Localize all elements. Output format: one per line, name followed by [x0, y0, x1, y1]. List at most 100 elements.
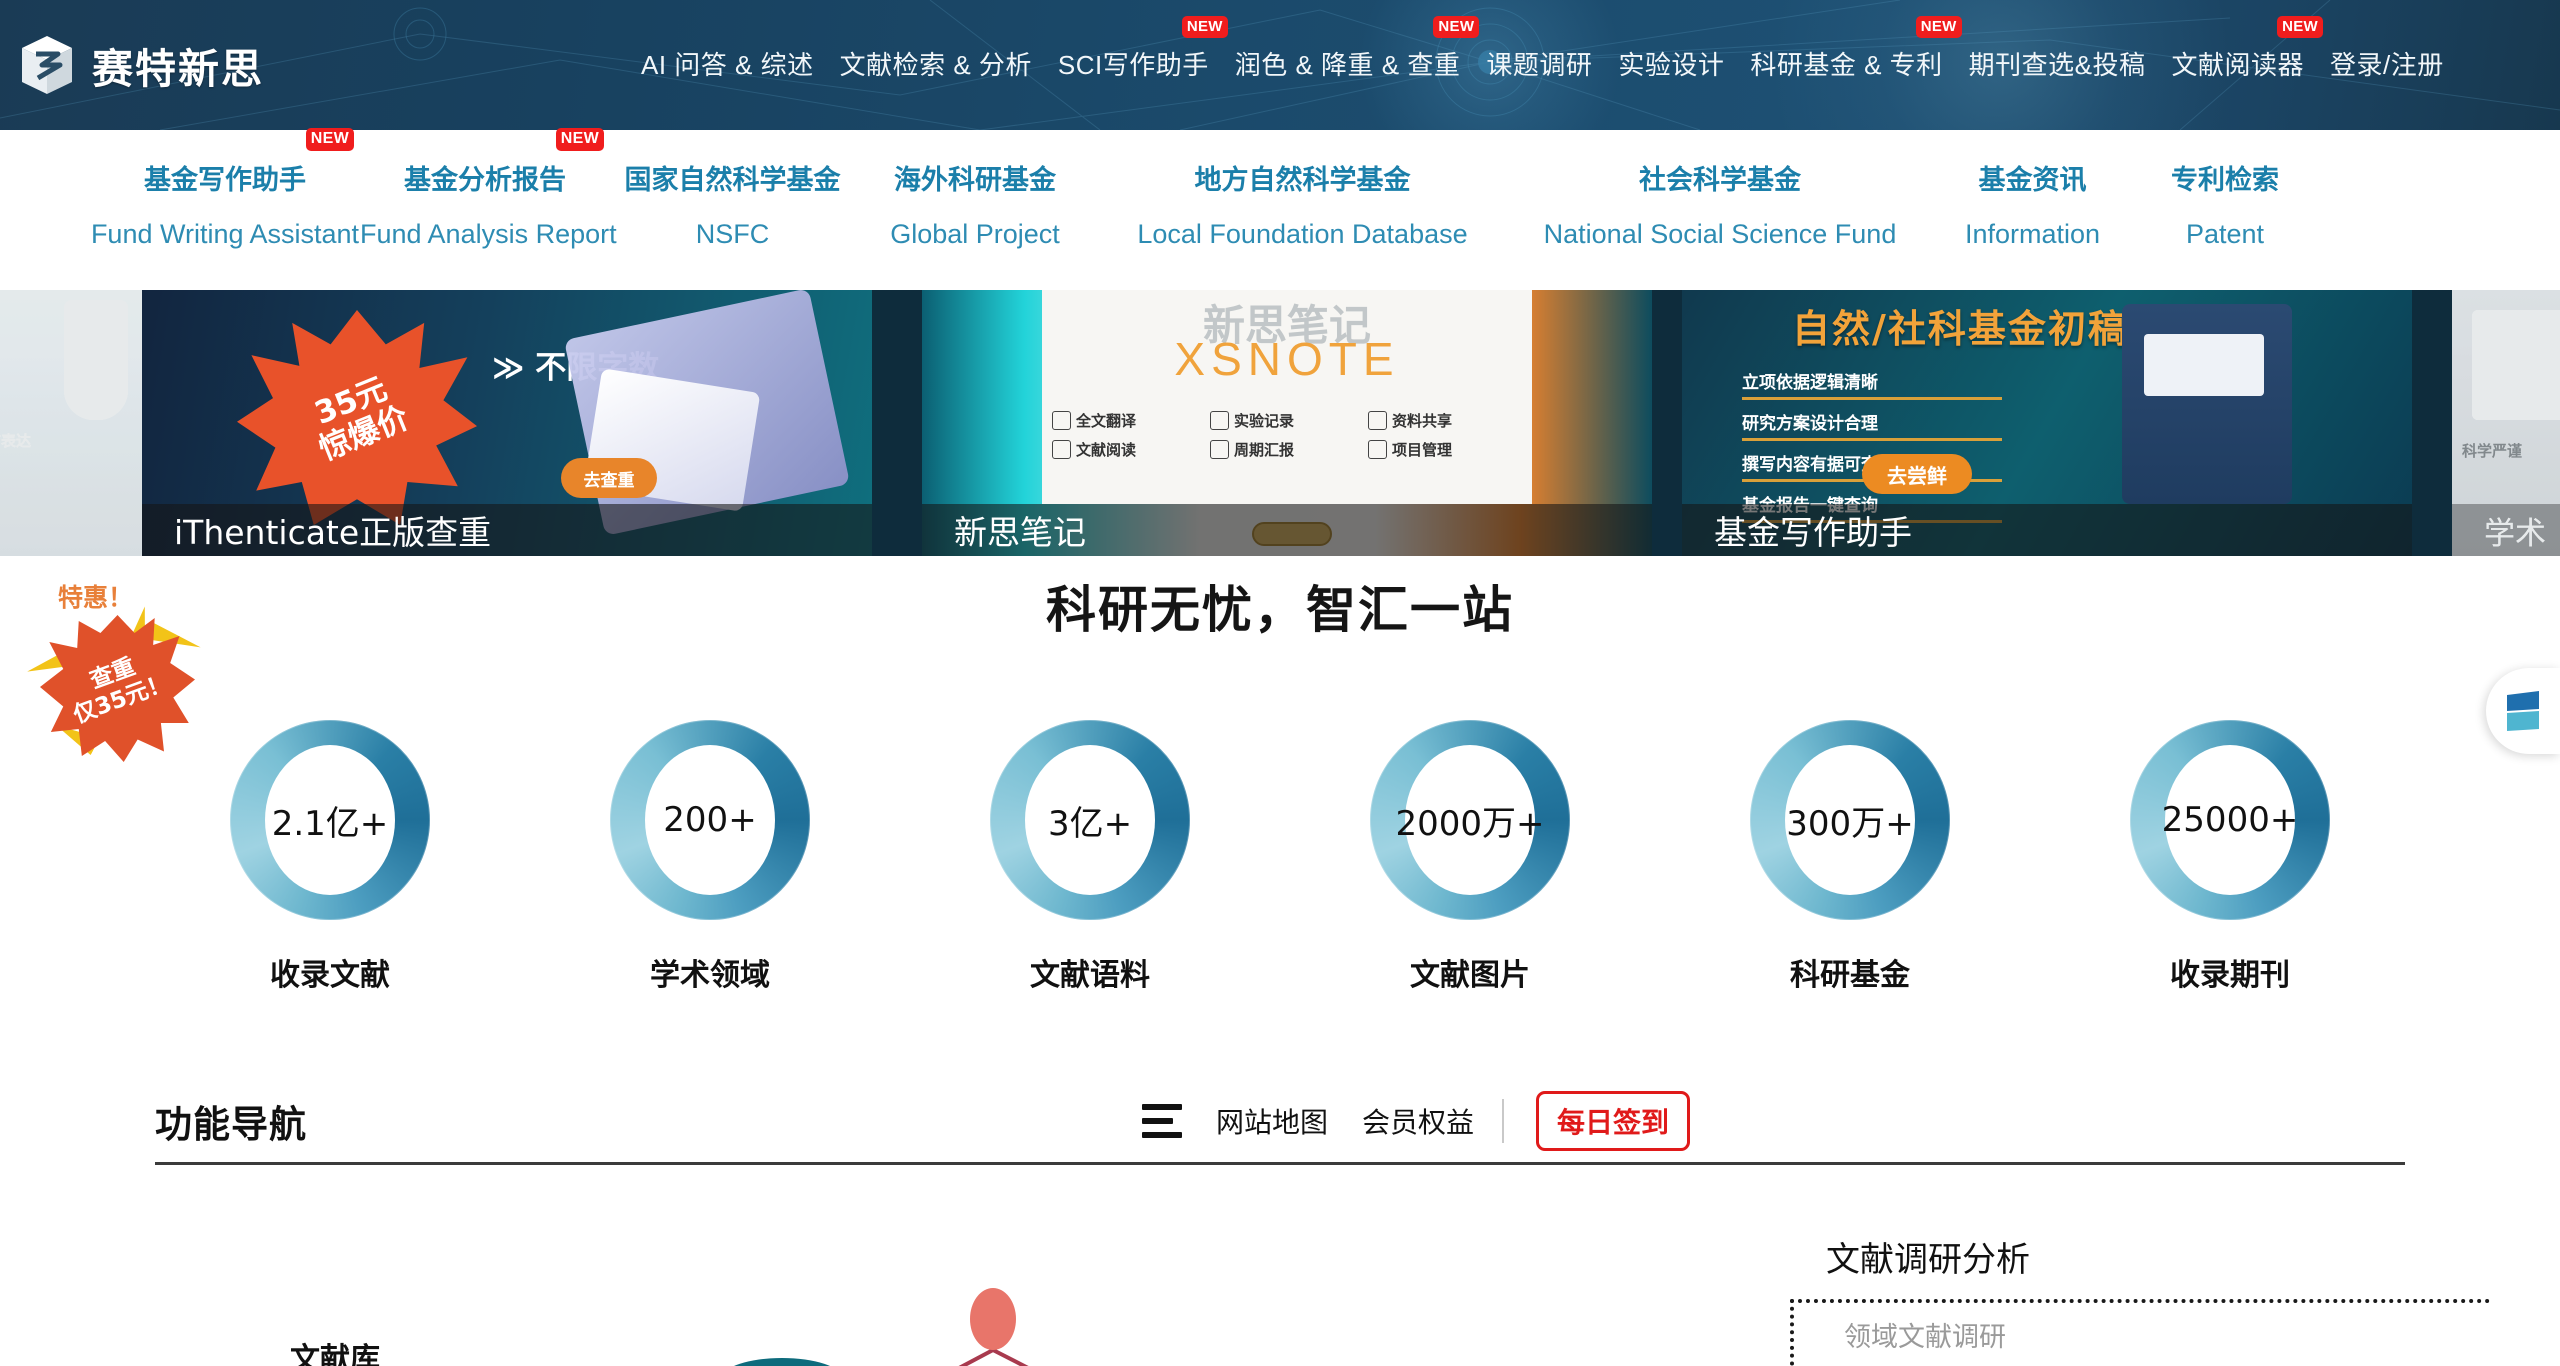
- subnav-item-fund-writing-assistant[interactable]: 基金写作助手 Fund Writing Assistant NEW: [90, 128, 360, 250]
- section-title: 功能导航: [155, 1103, 307, 1146]
- nav-item-login-register[interactable]: 登录/注册: [2317, 0, 2457, 130]
- subnav-item-fund-information[interactable]: 基金资讯 Information: [1930, 130, 2135, 250]
- brand-logo[interactable]: 赛特新思: [18, 34, 438, 96]
- panel-list-item[interactable]: 领域文献调研: [1844, 1315, 2490, 1354]
- subnav-label-cn: 国家自然科学基金: [624, 165, 841, 196]
- stat-ring: 2000万+: [1370, 720, 1570, 920]
- slide-artwork-machine: [2122, 304, 2292, 504]
- nav-label: 课题调研: [1486, 50, 1593, 80]
- stats-row: 2.1亿+ 收录文献 200+ 学术领域 3亿+ 文献语料 2000万+ 文献图…: [0, 720, 2560, 993]
- panel-title: 文献调研分析: [1826, 1240, 2030, 1280]
- subnav-item-social-science-fund[interactable]: 社会科学基金 National Social Science Fund: [1510, 130, 1930, 250]
- stat-ring: 200+: [610, 720, 810, 920]
- daily-signin-button[interactable]: 每日签到: [1536, 1091, 1691, 1151]
- carousel-slide-next[interactable]: 科学严谨 学术: [2452, 290, 2560, 556]
- library-label: 文献库: [290, 1342, 380, 1366]
- subnav-label-en: Fund Analysis Report: [360, 219, 617, 249]
- subnav-label-cn: 社会科学基金: [1639, 165, 1801, 196]
- subnav-item-nsfc[interactable]: 国家自然科学基金 NSFC: [610, 130, 855, 250]
- subnav-label-en: Fund Writing Assistant: [90, 219, 360, 249]
- sub-navigation-bar: 基金写作助手 Fund Writing Assistant NEW 基金分析报告…: [0, 128, 2560, 290]
- top-navigation-bar: 赛特新思 AI 问答 & 综述 文献检索 & 分析 SCI写作助手 NEW 润色…: [0, 0, 2560, 130]
- stat-label: 学术领域: [650, 958, 770, 993]
- nav-item-experiment-design[interactable]: 实验设计: [1605, 0, 1737, 130]
- hero-carousel[interactable]: 言表达 35元惊爆价 ≫ 不限字数 去查重 iThenticate正版查重 新思…: [0, 290, 2560, 556]
- subnav-item-local-foundation[interactable]: 地方自然科学基金 Local Foundation Database: [1095, 130, 1510, 250]
- nav-label: 登录/注册: [2330, 50, 2444, 80]
- new-badge: NEW: [305, 128, 354, 151]
- feature-label: 项目管理: [1392, 441, 1453, 459]
- feature-label: 全文翻译: [1076, 412, 1137, 430]
- stat-ring: 300万+: [1750, 720, 1950, 920]
- nav-item-journal-submission[interactable]: 期刊查选&投稿: [1956, 0, 2159, 130]
- nav-item-pdf-reader[interactable]: 文献阅读器 NEW: [2159, 0, 2324, 130]
- nav-item-ai-qa[interactable]: AI 问答 & 综述: [628, 0, 827, 130]
- carousel-slide-ithenticate[interactable]: 35元惊爆价 ≫ 不限字数 去查重 iThenticate正版查重: [142, 290, 872, 556]
- nav-item-sci-writing[interactable]: SCI写作助手 NEW: [1045, 0, 1228, 130]
- slide-cta-button[interactable]: 去查重: [561, 458, 657, 498]
- feature-item: 周期汇报: [1210, 439, 1364, 460]
- slide-title: 自然/社科基金初稿: [1792, 307, 2128, 351]
- nav-label: SCI写作助手: [1057, 50, 1209, 80]
- carousel-slide-prev[interactable]: 言表达: [0, 290, 142, 556]
- promo-text: 查重 仅35元！: [61, 644, 174, 730]
- slide-cta-button[interactable]: 去尝鲜: [1862, 454, 1972, 494]
- price-burst: 35元 惊爆价: [237, 310, 477, 525]
- subnav-label-cn: 地方自然科学基金: [1194, 165, 1411, 196]
- nav-label: 期刊查选&投稿: [1968, 50, 2146, 80]
- nav-item-polish-reduce-check[interactable]: 润色 & 降重 & 查重 NEW: [1222, 0, 1480, 130]
- stat-label: 文献图片: [1410, 958, 1530, 993]
- nav-label: 文献检索 & 分析: [839, 50, 1032, 80]
- carousel-slide-fund-writing[interactable]: 自然/社科基金初稿 立项依据逻辑清晰 研究方案设计合理 撰写内容有据可查 基金报…: [1682, 290, 2412, 556]
- slide-caption: iThenticate正版查重: [142, 504, 872, 556]
- nav-item-topic-research[interactable]: 课题调研: [1473, 0, 1605, 130]
- carousel-slide-xsnote[interactable]: 新思笔记 XSNOTE 全文翻译 实验记录 资料共享 文献阅读 周期汇报 项目管…: [922, 290, 1652, 556]
- burst-text: 35元 惊爆价: [309, 370, 414, 468]
- subnav-label-en: Global Project: [890, 219, 1060, 249]
- feature-item: 全文翻译: [1052, 410, 1206, 431]
- stat-label: 收录文献: [270, 958, 390, 993]
- member-benefits-link[interactable]: 会员权益: [1362, 1101, 1474, 1141]
- feature-icon: [1210, 440, 1229, 459]
- subnav-item-patent[interactable]: 专利检索 Patent: [2135, 130, 2315, 250]
- stat-value: 2000万+: [1396, 745, 1545, 895]
- nav-label: 文献阅读器: [2171, 50, 2305, 80]
- nav-label: 科研基金 & 专利: [1750, 50, 1943, 80]
- subnav-label-en: Local Foundation Database: [1137, 219, 1468, 249]
- slide-caption: 基金写作助手: [1682, 504, 2412, 556]
- brand-name: 赛特新思: [92, 45, 264, 93]
- subnav-item-fund-analysis-report[interactable]: 基金分析报告 Fund Analysis Report NEW: [360, 128, 617, 250]
- page-title: 科研无忧，智汇一站: [1046, 581, 1514, 639]
- nav-label: AI 问答 & 综述: [641, 50, 814, 80]
- stat-ring: 3亿+: [990, 720, 1190, 920]
- feature-item: 资料共享: [1368, 410, 1522, 431]
- literature-analysis-panel: 文献调研分析 领域文献调研 关键文献调研: [1790, 1232, 2490, 1366]
- feature-icon: [1052, 411, 1071, 430]
- stat-value: 3亿+: [1025, 745, 1155, 895]
- stat-item-documents: 2.1亿+ 收录文献: [140, 720, 520, 993]
- slide-panel: 新思笔记 XSNOTE: [1042, 290, 1532, 504]
- divider: [1502, 1099, 1505, 1143]
- subnav-label-cn: 海外科研基金: [894, 165, 1056, 196]
- nav-item-funds-patents[interactable]: 科研基金 & 专利 NEW: [1737, 0, 1962, 130]
- subnav-item-global-project[interactable]: 海外科研基金 Global Project: [855, 130, 1095, 250]
- panel-dotted-box: 领域文献调研 关键文献调研: [1790, 1299, 2490, 1366]
- sait-logo-icon: [22, 36, 72, 94]
- feature-icon: [1368, 440, 1387, 459]
- mindmap-node-root[interactable]: [970, 1288, 1016, 1350]
- nav-item-literature-search[interactable]: 文献检索 & 分析: [827, 0, 1045, 130]
- stat-item-corpus: 3亿+ 文献语料: [900, 720, 1280, 993]
- stat-value: 2.1亿+: [265, 745, 395, 895]
- slide-logo-text: XSNOTE: [1174, 333, 1400, 385]
- slide-caption: 新思笔记: [922, 504, 1652, 556]
- bullet-item: 研究方案设计合理: [1742, 409, 2002, 441]
- new-badge: NEW: [555, 128, 604, 151]
- sitemap-link[interactable]: 网站地图: [1216, 1101, 1328, 1141]
- slide-caption: 学术: [2452, 504, 2560, 556]
- hamburger-icon[interactable]: [1142, 1104, 1182, 1138]
- feature-icon: [1368, 411, 1387, 430]
- nav-label: 实验设计: [1618, 50, 1725, 80]
- subnav-label-cn: 基金资讯: [1978, 165, 2087, 196]
- stat-label: 收录期刊: [2170, 958, 2290, 993]
- promo-headline: 特惠！: [58, 583, 134, 612]
